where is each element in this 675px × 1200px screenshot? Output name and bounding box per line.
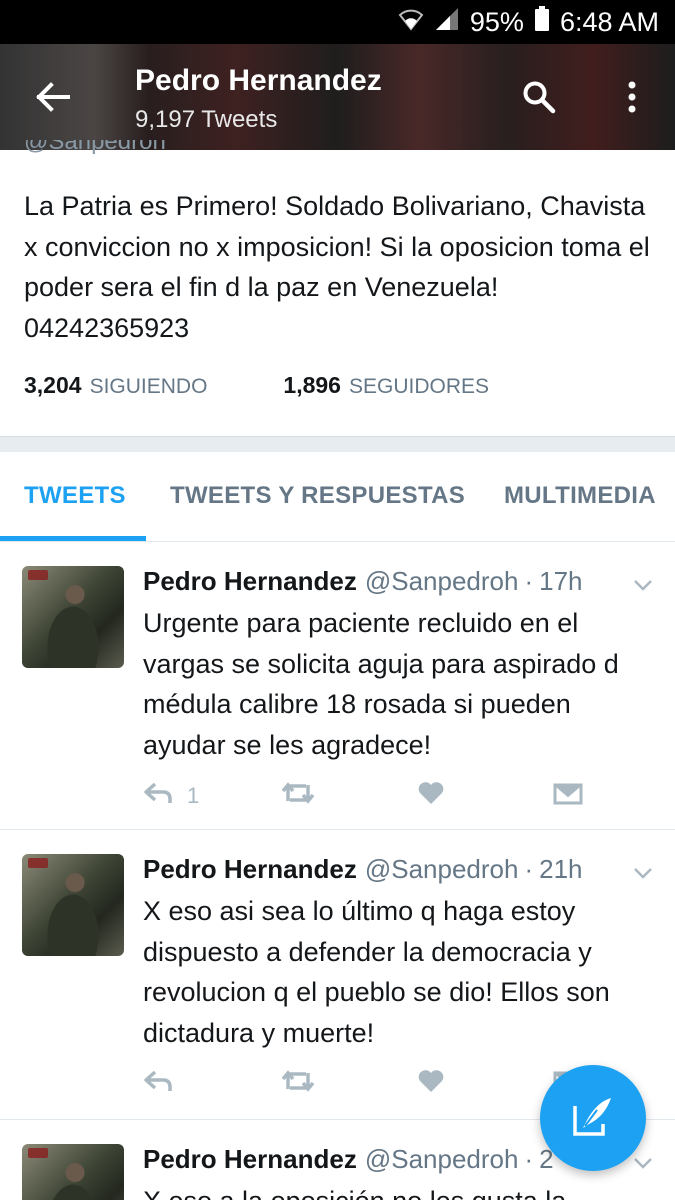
reply-icon <box>143 781 173 811</box>
profile-bio: La Patria es Primero! Soldado Bolivarian… <box>24 191 650 343</box>
clock: 6:48 AM <box>559 6 659 37</box>
wifi-icon <box>398 7 424 38</box>
followers-stat[interactable]: 1,896 SEGUIDORES <box>283 372 489 399</box>
avatar[interactable] <box>22 854 124 956</box>
following-count: 3,204 <box>24 372 82 398</box>
back-arrow-icon[interactable] <box>30 74 76 120</box>
tweet-time: 17h <box>539 566 583 596</box>
heart-icon <box>417 781 445 811</box>
tweet-author-name[interactable]: Pedro Hernandez <box>143 854 357 885</box>
tweet-author-name[interactable]: Pedro Hernandez <box>143 1144 357 1175</box>
tweet-author-handle: @Sanpedroh <box>364 854 519 884</box>
active-tab-indicator <box>0 536 146 541</box>
envelope-icon <box>553 781 583 811</box>
profile-header: Pedro Hernandez 9,197 Tweets <box>0 44 675 150</box>
retweet-icon <box>280 1069 316 1099</box>
retweet-icon <box>280 781 316 811</box>
followers-count: 1,896 <box>283 372 341 398</box>
reply-icon <box>143 1069 173 1099</box>
tweet-item[interactable]: Pedro Hernandez @Sanpedroh · 17h Urgente… <box>0 542 675 830</box>
heart-icon <box>417 1069 445 1099</box>
battery-percent: 95% <box>469 6 524 37</box>
tweet-separator: · <box>524 566 534 596</box>
tweet-author-handle: @Sanpedroh <box>364 1144 519 1174</box>
more-vertical-icon[interactable] <box>612 74 652 120</box>
header-name: Pedro Hernandez <box>135 64 382 97</box>
tweet-text: X eso asi sea lo último q haga estoy dis… <box>143 896 610 1048</box>
reply-button[interactable]: 1 <box>143 776 199 816</box>
section-divider <box>0 436 675 452</box>
like-button[interactable] <box>417 776 445 816</box>
status-bar: 95% 6:48 AM <box>0 0 675 44</box>
tab-tweets-and-replies[interactable]: TWEETS Y RESPUESTAS <box>170 482 465 510</box>
profile-handle: @Sanpedroh <box>24 140 166 155</box>
like-button[interactable] <box>417 1064 445 1104</box>
direct-message-button[interactable] <box>553 776 583 816</box>
tweet-header: Pedro Hernandez @Sanpedroh · 2 <box>143 1144 554 1175</box>
chevron-down-icon[interactable] <box>630 572 656 598</box>
profile-tabs: TWEETS TWEETS Y RESPUESTAS MULTIMEDIA <box>0 452 675 542</box>
reply-count: 1 <box>187 783 200 808</box>
tweet-separator: · <box>524 854 534 884</box>
tweet-actions: 1 <box>143 776 603 816</box>
compose-tweet-icon <box>571 1094 615 1143</box>
tweet-actions <box>143 1064 603 1104</box>
tab-tweets[interactable]: TWEETS <box>24 482 126 510</box>
header-tweet-count: 9,197 Tweets <box>135 106 278 133</box>
tweet-author-name[interactable]: Pedro Hernandez <box>143 566 357 597</box>
retweet-button[interactable] <box>280 776 316 816</box>
tab-media[interactable]: MULTIMEDIA <box>504 482 656 510</box>
followers-label: SEGUIDORES <box>348 375 490 398</box>
tweet-header: Pedro Hernandez @Sanpedroh · 17h <box>143 566 583 597</box>
reply-button[interactable] <box>143 1064 187 1104</box>
compose-tweet-button[interactable] <box>540 1065 646 1171</box>
avatar[interactable] <box>22 566 124 668</box>
profile-stats: 3,204 SIGUIENDO 1,896 SEGUIDORES <box>24 372 489 399</box>
tweet-text: X eso a la oposición no les gusta la <box>143 1181 658 1200</box>
signal-icon <box>434 6 460 39</box>
following-stat[interactable]: 3,204 SIGUIENDO <box>24 372 207 399</box>
tweet-text: Urgente para paciente recluido en el var… <box>143 608 619 760</box>
chevron-down-icon[interactable] <box>630 860 656 886</box>
avatar[interactable] <box>22 1144 124 1200</box>
tweet-author-handle: @Sanpedroh <box>364 566 519 596</box>
retweet-button[interactable] <box>280 1064 316 1104</box>
battery-icon <box>534 5 550 39</box>
search-icon[interactable] <box>516 74 562 120</box>
tweet-header: Pedro Hernandez @Sanpedroh · 21h <box>143 854 583 885</box>
tweet-separator: · <box>524 1144 534 1174</box>
following-label: SIGUIENDO <box>89 375 208 398</box>
chevron-down-icon[interactable] <box>630 1150 656 1176</box>
tweet-time: 21h <box>539 854 583 884</box>
